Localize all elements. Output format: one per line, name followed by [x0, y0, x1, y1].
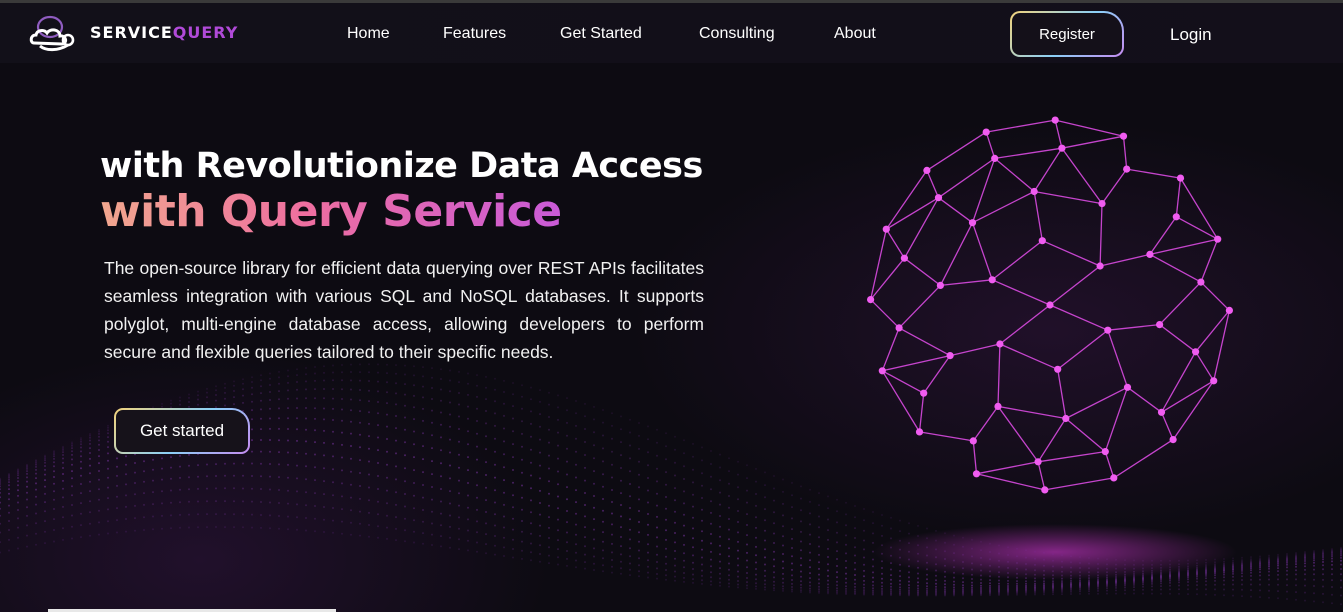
nav-link-get-started[interactable]: Get Started — [560, 25, 642, 43]
hero-heading: with Revolutionize Data Access — [100, 146, 703, 186]
login-link[interactable]: Login — [1170, 25, 1212, 45]
get-started-button[interactable]: Get started — [114, 408, 250, 454]
nav-link-consulting[interactable]: Consulting — [699, 25, 775, 43]
network-globe-icon — [867, 116, 1233, 494]
brand-name[interactable]: SERVICEQUERY — [90, 23, 238, 42]
nav-link-home[interactable]: Home — [347, 25, 390, 43]
nav-link-features[interactable]: Features — [443, 25, 506, 43]
brand-part-query: QUERY — [172, 23, 239, 42]
register-button[interactable]: Register — [1010, 11, 1124, 57]
top-navbar: SERVICEQUERY Home Features Get Started C… — [0, 3, 1343, 63]
nav-link-about[interactable]: About — [834, 25, 876, 43]
brand-part-service: SERVICE — [90, 23, 173, 42]
hero-description: The open-source library for efficient da… — [104, 258, 704, 362]
cloud-logo-icon[interactable] — [28, 13, 80, 53]
hero-subheading: with Query Service — [100, 186, 562, 237]
